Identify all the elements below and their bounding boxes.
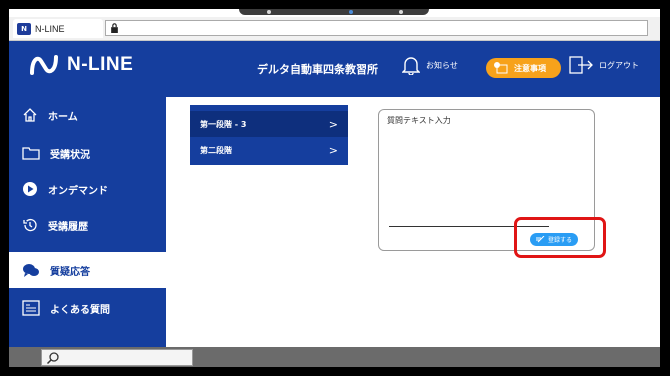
sidebar-item-label: オンデマンド [48,185,108,197]
sidebar-item-label: ホーム [48,111,78,123]
bell-icon [402,57,420,75]
camera-dot [349,10,353,14]
sidebar-item-label: 受講状況 [50,149,90,161]
question-placeholder: 質問テキスト入力 [387,116,451,125]
camera-dot [399,10,403,14]
main-content: 第一段階 - 3 > 第二段階 > 質問テキスト入力 登録する [166,97,660,347]
caution-icon [494,62,508,74]
school-name: デルタ自動車四条教習所 [257,63,378,76]
qa-icon [22,300,40,316]
n-line-logo-icon: N [17,22,31,35]
stage-list: 第一段階 - 3 > 第二段階 > [190,105,348,165]
browser-tab[interactable]: N N-LINE [13,19,103,38]
brand[interactable]: N-LINE [29,53,133,77]
sidebar-item-label: 受講履歴 [48,221,88,233]
chat-icon [23,264,39,277]
browser-bar: N N-LINE [9,17,660,41]
n-line-logo-icon [30,55,58,75]
play-icon [23,182,37,196]
tab-label: N-LINE [35,23,65,34]
stage-label: 第一段階 - 3 [200,119,247,129]
lock-icon [111,23,118,33]
notice-label: お知らせ [426,60,458,70]
logout-button[interactable]: ログアウト [569,56,639,74]
sidebar-item-home[interactable]: ホーム [9,97,166,133]
search-input[interactable] [41,349,193,366]
sidebar-item-qa[interactable]: 質疑応答 [9,252,166,288]
chevron-right-icon: > [328,143,338,157]
caution-label: 注意事項 [514,63,546,73]
sidebar-item-faq[interactable]: よくある質問 [9,290,166,326]
stage-item-2[interactable]: 第二段階 > [190,137,348,163]
chevron-right-icon: > [328,117,338,131]
highlight-box [514,217,606,258]
sidebar-item-history[interactable]: 受講履歴 [9,207,166,243]
sidebar-item-status[interactable]: 受講状況 [9,135,166,171]
camera-dot [267,10,271,14]
app-header: N-LINE デルタ自動車四条教習所 お知らせ 注意事項 ログアウト [9,41,660,97]
screen: N N-LINE N-LINE デルタ自動車四条教習所 お知らせ 注意事項 ログ… [9,9,660,367]
camera-bar [239,9,429,15]
history-icon [23,218,37,232]
stage-item-1[interactable]: 第一段階 - 3 > [190,111,348,137]
sidebar-item-on-demand[interactable]: オンデマンド [9,171,166,207]
device-frame: N N-LINE N-LINE デルタ自動車四条教習所 お知らせ 注意事項 ログ… [0,0,670,376]
sidebar-item-label: 質疑応答 [50,266,90,278]
taskbar [9,347,660,367]
logout-label: ログアウト [599,60,639,70]
search-icon [46,352,59,365]
stage-label: 第二段階 [200,145,232,155]
notice-button[interactable]: お知らせ [402,55,458,75]
caution-button[interactable]: 注意事項 [486,58,561,78]
brand-name: N-LINE [67,54,134,75]
sidebar: ホーム 受講状況 オンデマンド 受講履歴 質疑応答 よくある質問 [9,97,166,347]
home-icon [23,108,37,122]
sidebar-item-label: よくある質問 [50,304,110,316]
address-bar[interactable] [105,20,648,36]
folder-icon [22,147,40,160]
logout-icon [569,56,593,74]
